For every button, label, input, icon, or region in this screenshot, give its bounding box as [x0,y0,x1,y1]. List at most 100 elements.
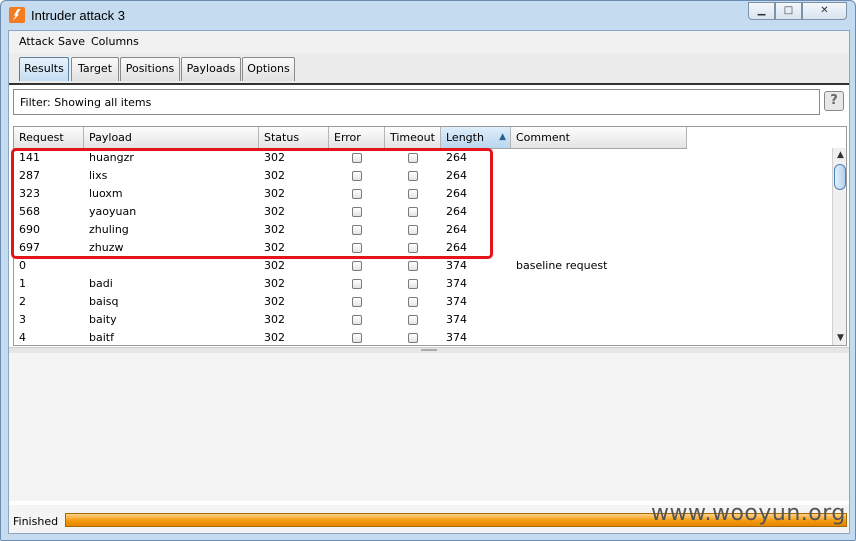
table-row[interactable]: 568 yaoyuan 302 264 [14,203,687,221]
tab-options[interactable]: Options [242,57,295,81]
menu-save[interactable]: Save [58,35,85,48]
title-bar[interactable]: Intruder attack 3 ▁ □ ✕ [1,1,855,29]
vertical-scrollbar[interactable]: ▲ ▼ [832,148,846,345]
cell-comment [511,167,687,185]
cell-payload: zhuzw [89,241,124,254]
cell-request: 323 [19,187,40,200]
detail-pane [9,353,849,501]
filter-bar[interactable]: Filter: Showing all items [13,89,820,115]
cell-status: 302 [264,241,285,254]
column-header-payload[interactable]: Payload [84,127,259,148]
column-header-request[interactable]: Request [14,127,84,148]
results-table: Request Payload Status Error Timeout Len… [13,126,847,346]
timeout-checkbox [408,333,418,343]
burp-app-icon [9,7,25,23]
table-row[interactable]: 323 luoxm 302 264 [14,185,687,203]
error-checkbox [352,333,362,343]
cell-status: 302 [264,295,285,308]
cell-status: 302 [264,223,285,236]
menu-columns[interactable]: Columns [91,35,139,48]
column-header-status[interactable]: Status [259,127,329,148]
cell-length: 374 [446,259,467,272]
cell-length: 374 [446,331,467,344]
splitter-grip[interactable] [421,349,437,351]
close-icon[interactable]: ✕ [802,2,847,20]
cell-status: 302 [264,331,285,344]
cell-length: 374 [446,277,467,290]
table-row[interactable]: 690 zhuling 302 264 [14,221,687,239]
cell-status: 302 [264,277,285,290]
menu-attack[interactable]: Attack [19,35,54,48]
sort-ascending-icon: ▲ [499,132,506,142]
scroll-thumb[interactable] [834,164,846,190]
cell-comment [511,293,687,311]
maximize-icon[interactable]: □ [775,2,802,20]
table-row[interactable]: 697 zhuzw 302 264 [14,239,687,257]
tab-target[interactable]: Target [71,57,119,81]
error-checkbox [352,153,362,163]
tab-results[interactable]: Results [19,57,69,81]
cell-payload: baisq [89,295,119,308]
table-row[interactable]: 287 lixs 302 264 [14,167,687,185]
filter-label: Filter: Showing all items [20,96,152,109]
table-row[interactable]: 1 badi 302 374 [14,275,687,293]
cell-request: 1 [19,277,26,290]
timeout-checkbox [408,279,418,289]
column-header-comment[interactable]: Comment [511,127,687,148]
table-header: Request Payload Status Error Timeout Len… [14,127,687,149]
window-content: Attack Save Columns Results Target Posit… [8,30,850,534]
cell-comment [511,203,687,221]
cell-request: 568 [19,205,40,218]
cell-payload: yaoyuan [89,205,137,218]
cell-payload: huangzr [89,151,134,164]
timeout-checkbox [408,171,418,181]
status-text: Finished [13,515,59,528]
table-row[interactable]: 2 baisq 302 374 [14,293,687,311]
table-row[interactable]: 3 baity 302 374 [14,311,687,329]
cell-status: 302 [264,169,285,182]
cell-request: 2 [19,295,26,308]
timeout-checkbox [408,243,418,253]
error-checkbox [352,279,362,289]
cell-comment [511,329,687,345]
cell-status: 302 [264,187,285,200]
cell-comment [511,275,687,293]
error-checkbox [352,243,362,253]
cell-comment [511,311,687,329]
column-header-error[interactable]: Error [329,127,385,148]
cell-status: 302 [264,313,285,326]
cell-request: 3 [19,313,26,326]
cell-comment: baseline request [516,259,608,272]
cell-payload: baity [89,313,117,326]
scroll-up-icon[interactable]: ▲ [833,148,846,163]
error-checkbox [352,171,362,181]
cell-request: 697 [19,241,40,254]
cell-status: 302 [264,259,285,272]
cell-length: 374 [446,295,467,308]
table-row[interactable]: 4 baitf 302 374 [14,329,687,345]
cell-request: 141 [19,151,40,164]
cell-comment [511,149,687,167]
error-checkbox [352,189,362,199]
table-row[interactable]: 141 huangzr 302 264 [14,149,687,167]
cell-comment [511,221,687,239]
timeout-checkbox [408,189,418,199]
cell-payload [84,257,259,275]
cell-status: 302 [264,205,285,218]
cell-payload: badi [89,277,113,290]
tab-payloads[interactable]: Payloads [181,57,241,81]
tab-positions[interactable]: Positions [120,57,180,81]
scroll-down-icon[interactable]: ▼ [833,331,846,345]
cell-payload: luoxm [89,187,123,200]
cell-length: 264 [446,241,467,254]
column-header-length-label: Length [446,131,484,144]
column-header-timeout[interactable]: Timeout [385,127,441,148]
column-header-length[interactable]: Length ▲ [441,127,511,148]
timeout-checkbox [408,315,418,325]
error-checkbox [352,207,362,217]
table-row[interactable]: 0 302 374 baseline request [14,257,687,275]
minimize-icon[interactable]: ▁ [748,2,775,20]
timeout-checkbox [408,261,418,271]
help-button[interactable]: ? [824,91,844,111]
cell-request: 0 [19,259,26,272]
